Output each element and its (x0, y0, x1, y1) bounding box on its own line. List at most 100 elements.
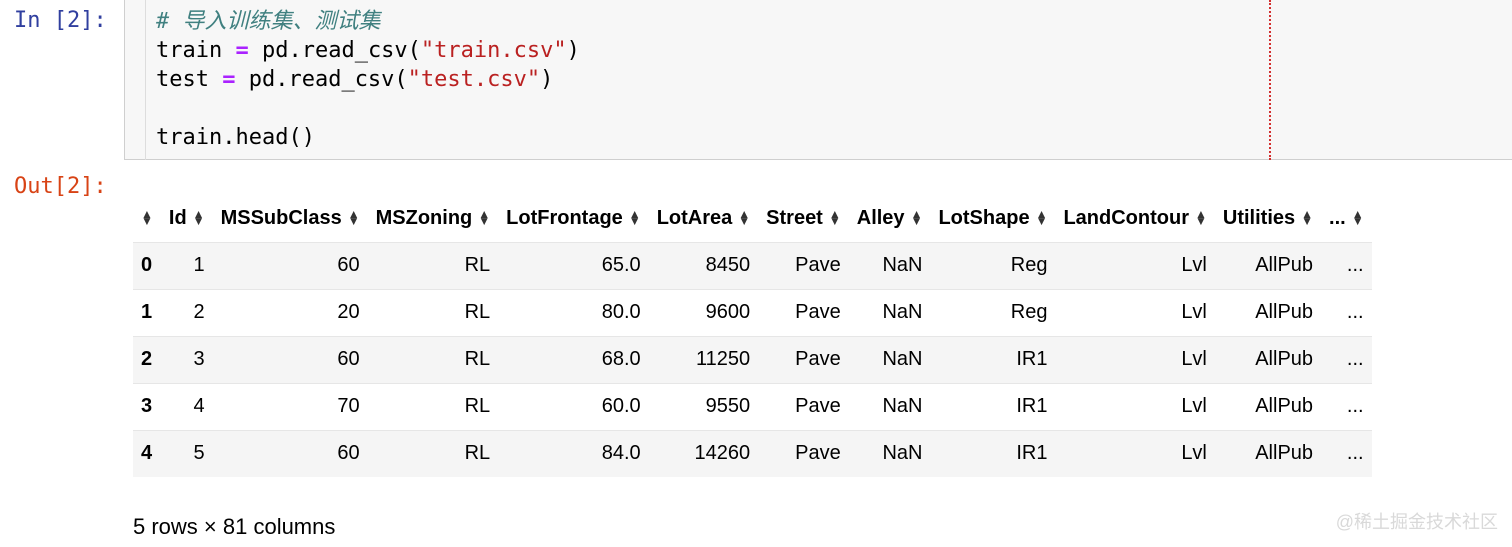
table-cell: 5 (193, 442, 205, 465)
row-index: 0 (141, 254, 153, 276)
column-header[interactable]: ... ▲ ▼ (1321, 195, 1372, 242)
column-header[interactable]: LotShape ▲ ▼ (930, 195, 1055, 242)
input-prompt: In [2]: (14, 8, 107, 33)
column-header-label: ... (1329, 206, 1346, 229)
column-header-label: Street (766, 206, 823, 229)
watermark: @稀土掘金技术社区 (1335, 512, 1498, 532)
table-cell: 70 (337, 395, 360, 417)
column-header-label: LandContour (1063, 206, 1189, 229)
sort-icon[interactable]: ▲ ▼ (738, 208, 750, 227)
sort-icon[interactable]: ▲ ▼ (1301, 208, 1313, 227)
code-line-head: train.head() (156, 125, 315, 150)
row-index: 1 (141, 301, 153, 323)
code-line-test: test = pd.read_csv("test.csv") (156, 67, 554, 92)
column-header[interactable]: LotFrontage ▲ ▼ (498, 195, 649, 242)
table-cell: 9600 (705, 301, 751, 323)
table-cell: Pave (795, 395, 841, 417)
column-header-label: LotShape (938, 206, 1030, 229)
table-cell: Pave (795, 348, 841, 370)
output-prompt: Out[2]: (14, 174, 107, 199)
table-cell: 60 (337, 348, 360, 370)
column-header[interactable]: Alley ▲ ▼ (849, 195, 931, 242)
column-header[interactable]: Id ▲ ▼ (161, 195, 213, 242)
table-cell: AllPub (1255, 254, 1314, 276)
table-cell: ... (1346, 442, 1364, 465)
shape-info: 5 rows × 81 columns (133, 514, 336, 539)
table-cell: 11250 (696, 348, 751, 370)
table-cell: IR1 (1016, 348, 1048, 370)
table-row: 0 1 60 RL 65.0 8450 Pave NaN Reg Lvl AllPub... (133, 242, 1372, 289)
code-editor[interactable]: # 导入训练集、测试集 train = pd.read_csv("train.c… (156, 7, 580, 152)
table-cell: Lvl (1181, 254, 1207, 276)
table-cell: 60.0 (601, 395, 641, 417)
row-index: 3 (141, 395, 153, 417)
table-cell: 80.0 (601, 301, 641, 323)
table-cell: AllPub (1255, 442, 1314, 465)
table-cell: AllPub (1255, 348, 1314, 370)
sort-icon[interactable]: ▲ ▼ (348, 208, 360, 227)
table-cell: Reg (1010, 301, 1048, 323)
code-line-comment: # 导入训练集、测试集 (156, 9, 381, 34)
sort-icon[interactable]: ▲ ▼ (193, 208, 205, 227)
table-cell: Pave (795, 442, 841, 465)
table-cell: 84.0 (601, 442, 641, 465)
row-index: 2 (141, 348, 153, 370)
code-gutter (145, 0, 146, 160)
table-cell: Pave (795, 254, 841, 276)
table-cell: IR1 (1016, 442, 1048, 465)
table-cell: NaN (882, 348, 923, 370)
row-index: 4 (141, 442, 153, 465)
table-cell: 65.0 (601, 254, 641, 276)
table-cell: AllPub (1255, 395, 1314, 417)
sort-icon[interactable]: ▲ ▼ (629, 208, 641, 227)
column-header-label: Id (168, 206, 187, 229)
sort-icon[interactable]: ▲ ▼ (141, 208, 153, 227)
dataframe-table: ▲ ▼ Id ▲ ▼ MSSubClass ▲ ▼ MSZoning ▲ ▼ LotFrontage… (133, 195, 1372, 477)
table-row: 2 3 60 RL 68.0 11250 Pave NaN IR1 Lvl AllPub... (133, 336, 1372, 383)
table-cell: ... (1346, 395, 1364, 417)
table-cell: NaN (882, 442, 923, 465)
table-cell: 68.0 (601, 348, 641, 370)
table-cell: ... (1346, 348, 1364, 370)
column-header[interactable]: Utilities ▲ ▼ (1215, 195, 1321, 242)
column-header[interactable]: MSZoning ▲ ▼ (368, 195, 499, 242)
table-cell: RL (464, 301, 491, 323)
table-row: 4 5 60 RL 84.0 14260 Pave NaN IR1 Lvl AllPub... (133, 430, 1372, 477)
column-header-label: MSSubClass (220, 206, 342, 229)
column-header-label: MSZoning (375, 206, 473, 229)
table-cell: Pave (795, 301, 841, 323)
table-cell: Lvl (1181, 348, 1207, 370)
table-cell: NaN (882, 301, 923, 323)
column-header[interactable]: LotArea ▲ ▼ (649, 195, 758, 242)
table-cell: NaN (882, 254, 923, 276)
code-line-train: train = pd.read_csv("train.csv") (156, 38, 580, 63)
table-cell: AllPub (1255, 301, 1314, 323)
table-cell: 8450 (705, 254, 751, 276)
table-cell: 2 (193, 301, 205, 323)
table-row: 1 2 20 RL 80.0 9600 Pave NaN Reg Lvl AllPub... (133, 289, 1372, 336)
table-cell: ... (1346, 301, 1364, 323)
table-cell: 20 (337, 301, 360, 323)
sort-icon[interactable]: ▲ ▼ (911, 208, 923, 227)
sort-icon[interactable]: ▲ ▼ (829, 208, 841, 227)
table-cell: 9550 (705, 395, 751, 417)
sort-icon[interactable]: ▲ ▼ (1195, 208, 1207, 227)
table-cell: NaN (882, 395, 923, 417)
column-header[interactable]: Street ▲ ▼ (758, 195, 849, 242)
table-cell: RL (464, 254, 491, 276)
table-cell: Lvl (1181, 395, 1207, 417)
index-header[interactable]: ▲ ▼ (133, 195, 161, 242)
sort-icon[interactable]: ▲ ▼ (1352, 208, 1364, 227)
table-cell: 3 (193, 348, 205, 370)
table-cell: IR1 (1016, 395, 1048, 417)
sort-icon[interactable]: ▲ ▼ (1036, 208, 1048, 227)
column-header[interactable]: LandContour ▲ ▼ (1055, 195, 1214, 242)
sort-icon[interactable]: ▲ ▼ (478, 208, 490, 227)
column-header[interactable]: MSSubClass ▲ ▼ (213, 195, 368, 242)
column-header-label: LotArea (656, 206, 733, 229)
table-header-row: ▲ ▼ Id ▲ ▼ MSSubClass ▲ ▼ MSZoning ▲ ▼ LotFrontage… (133, 195, 1372, 242)
table-cell: ... (1346, 254, 1364, 276)
table-row: 3 4 70 RL 60.0 9550 Pave NaN IR1 Lvl AllPub... (133, 383, 1372, 430)
table-cell: Lvl (1181, 301, 1207, 323)
